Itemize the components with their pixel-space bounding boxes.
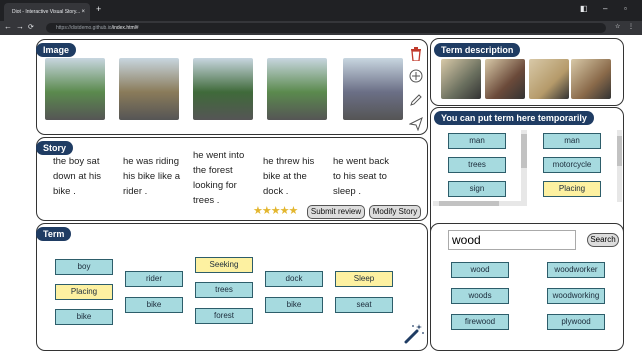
story-sentence[interactable]: the boy sat down at his bike . (53, 154, 119, 199)
temp-left-scrollbar[interactable] (521, 130, 527, 202)
story-sentence[interactable]: he went back to his seat to sleep . (333, 154, 399, 199)
search-result-chip[interactable]: woodworking (547, 288, 605, 304)
reload-icon[interactable]: ⟳ (28, 23, 34, 31)
image-thumbnail[interactable] (193, 58, 253, 120)
magic-wand-icon[interactable] (403, 322, 425, 349)
image-thumbnail[interactable] (45, 58, 105, 120)
bookmark-star-icon[interactable]: ☆ (615, 23, 620, 30)
send-icon[interactable] (408, 117, 423, 133)
story-sentence[interactable]: he threw his bike at the dock . (263, 154, 329, 199)
image-thumbnail[interactable] (267, 58, 327, 120)
image-thumbnail[interactable] (343, 58, 403, 120)
term-chip[interactable]: bike (265, 297, 323, 313)
url-path: /index.html# (111, 25, 139, 31)
minimize-icon[interactable]: – (603, 4, 607, 13)
search-result-chip[interactable]: woodworker (547, 262, 605, 278)
url-host: https://distdemo.github.io (56, 25, 112, 31)
term-chip[interactable]: Placing (55, 284, 113, 300)
address-bar[interactable]: https://distdemo.github.io/index.html# (46, 23, 606, 33)
term-description-panel: Term description (430, 38, 624, 106)
search-result-chip[interactable]: woods (451, 288, 509, 304)
search-input[interactable] (448, 230, 576, 250)
plus-circle-icon[interactable] (409, 69, 423, 85)
back-icon[interactable]: ← (4, 22, 12, 31)
search-result-chip[interactable]: plywood (547, 314, 605, 330)
tab-title: Diot - Interactive Visual Story... (12, 9, 81, 15)
term-chip[interactable]: dock (265, 271, 323, 287)
term-chip[interactable]: trees (195, 282, 253, 298)
trash-icon[interactable] (410, 47, 422, 63)
temp-term-chip[interactable]: Placing (543, 181, 601, 197)
term-description-image (485, 59, 525, 99)
temp-right-scrollbar[interactable] (617, 130, 622, 202)
browser-titlebar: Diot - Interactive Visual Story... × + ◧… (0, 0, 642, 21)
temp-term-chip[interactable]: man (543, 133, 601, 149)
forward-icon[interactable]: → (16, 22, 24, 31)
temp-term-chip[interactable]: man (448, 133, 506, 149)
maximize-icon[interactable]: ▫ (624, 4, 627, 13)
search-button[interactable]: Search (587, 233, 619, 247)
profile-icon[interactable]: ◧ (580, 4, 588, 13)
term-chip[interactable]: Sleep (335, 271, 393, 287)
browser-tab[interactable]: Diot - Interactive Visual Story... × (4, 3, 90, 21)
term-chip[interactable]: seat (335, 297, 393, 313)
image-panel-title: Image (36, 43, 77, 57)
term-description-image (571, 59, 611, 99)
temp-term-chip[interactable]: motorcycle (543, 157, 601, 173)
tab-close-icon[interactable]: × (81, 3, 85, 21)
pencil-icon[interactable] (409, 93, 423, 109)
temp-terms-title: You can put term here temporarily (434, 111, 594, 125)
term-panel-title: Term (36, 227, 72, 241)
rating-stars[interactable]: ★★★★★ (253, 204, 298, 217)
search-result-chip[interactable]: wood (451, 262, 509, 278)
image-panel: Image (36, 39, 428, 135)
term-chip[interactable]: Seeking (195, 257, 253, 273)
page: Image Term description You can put term … (0, 35, 642, 354)
submit-review-button[interactable]: Submit review (307, 205, 365, 219)
temp-left-hscrollbar[interactable] (433, 201, 527, 206)
story-sentence[interactable]: he was riding his bike like a rider . (123, 154, 189, 199)
term-description-image (529, 59, 569, 99)
term-chip[interactable]: bike (125, 297, 183, 313)
search-panel: Search wood woods firewood woodworker woodwo… (430, 223, 624, 351)
modify-story-button[interactable]: Modify Story (369, 205, 421, 219)
address-bar-row: ← → ⟳ https://distdemo.github.io/index.h… (0, 21, 642, 35)
new-tab-button[interactable]: + (96, 4, 101, 14)
menu-icon[interactable]: ⋮ (628, 23, 634, 30)
scrollbar-thumb[interactable] (521, 134, 527, 168)
term-description-image (441, 59, 481, 99)
term-description-title: Term description (434, 43, 521, 57)
story-panel-title: Story (36, 141, 74, 155)
term-chip[interactable]: boy (55, 259, 113, 275)
temp-term-chip[interactable]: trees (448, 157, 506, 173)
image-thumbnail[interactable] (119, 58, 179, 120)
term-chip[interactable]: bike (55, 309, 113, 325)
story-sentence[interactable]: he went into the forest looking for tree… (193, 148, 259, 208)
term-chip[interactable]: forest (195, 308, 253, 324)
term-panel: Term boy Placing bike rider bike Seeking trees… (36, 223, 428, 351)
temp-term-chip[interactable]: sign (448, 181, 506, 197)
story-panel: Story the boy sat down at his bike . he w… (36, 137, 428, 221)
term-chip[interactable]: rider (125, 271, 183, 287)
search-result-chip[interactable]: firewood (451, 314, 509, 330)
